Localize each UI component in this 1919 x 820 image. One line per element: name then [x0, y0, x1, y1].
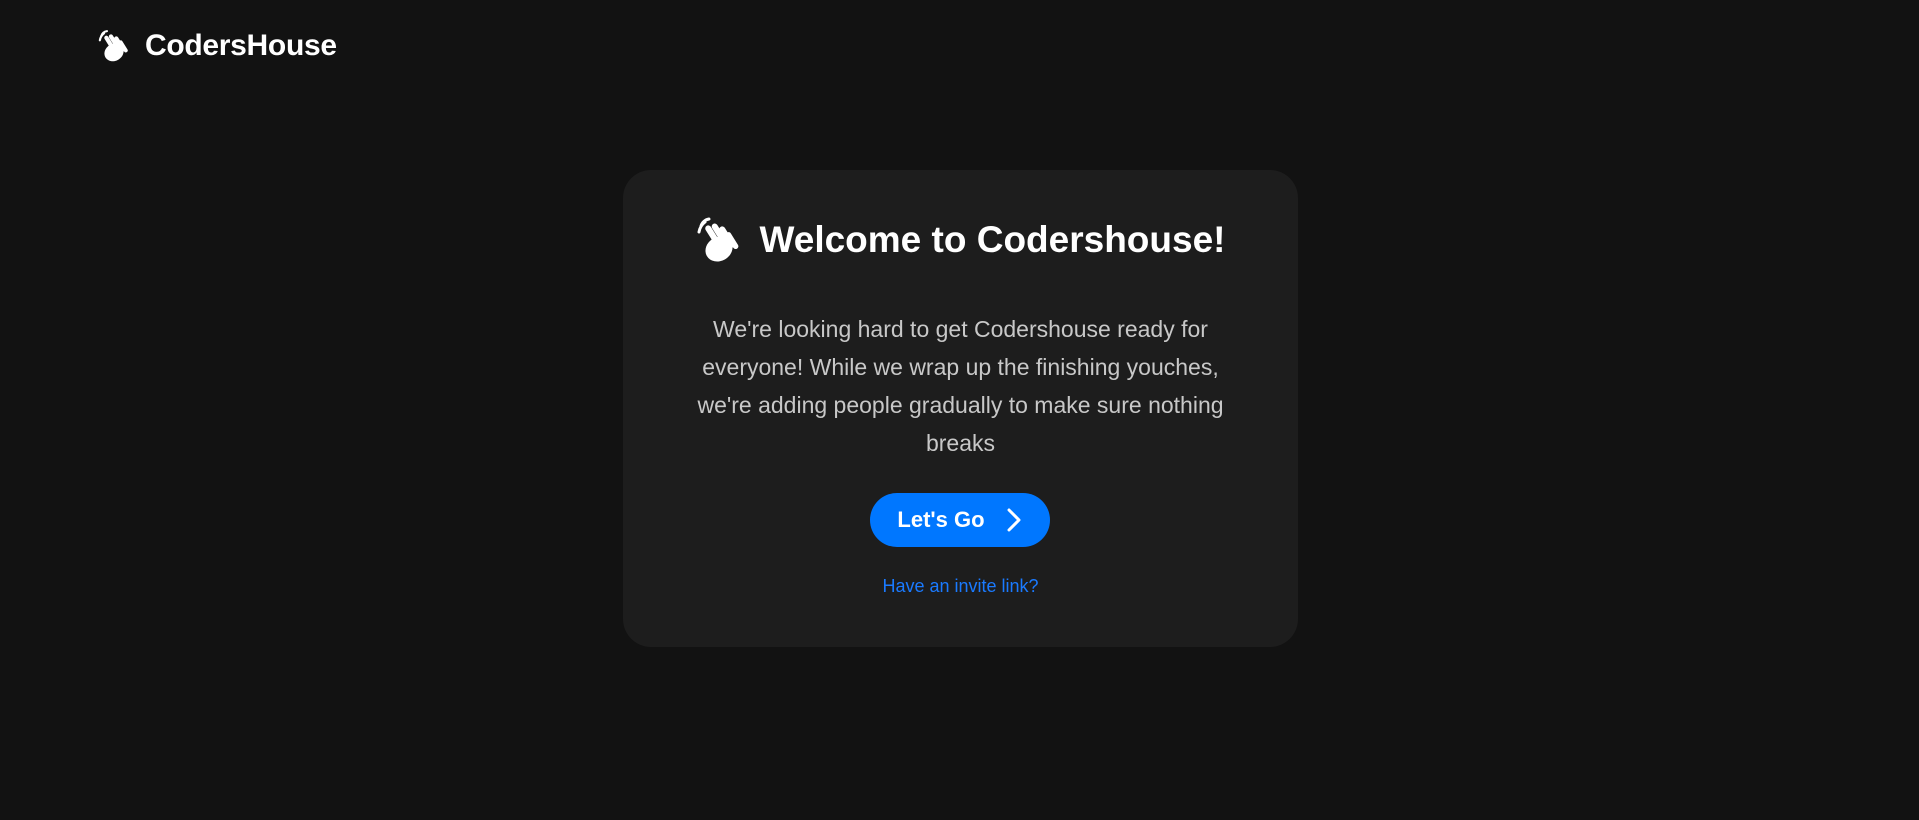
waving-hand-icon [97, 29, 131, 63]
lets-go-label: Let's Go [897, 507, 985, 532]
welcome-card: Welcome to Codershouse! We're looking ha… [623, 170, 1298, 647]
chevron-right-icon [1005, 507, 1023, 533]
brand-name: CodersHouse [145, 29, 337, 62]
welcome-title: Welcome to Codershouse! [759, 219, 1226, 260]
welcome-description: We're looking hard to get Codershouse re… [697, 316, 1224, 456]
lets-go-button[interactable]: Let's Go [870, 493, 1050, 547]
invite-link[interactable]: Have an invite link? [623, 576, 1298, 597]
brand-home-link[interactable]: CodersHouse [97, 29, 337, 63]
card-heading: Welcome to Codershouse! [623, 216, 1298, 264]
waving-hand-icon [695, 216, 743, 264]
